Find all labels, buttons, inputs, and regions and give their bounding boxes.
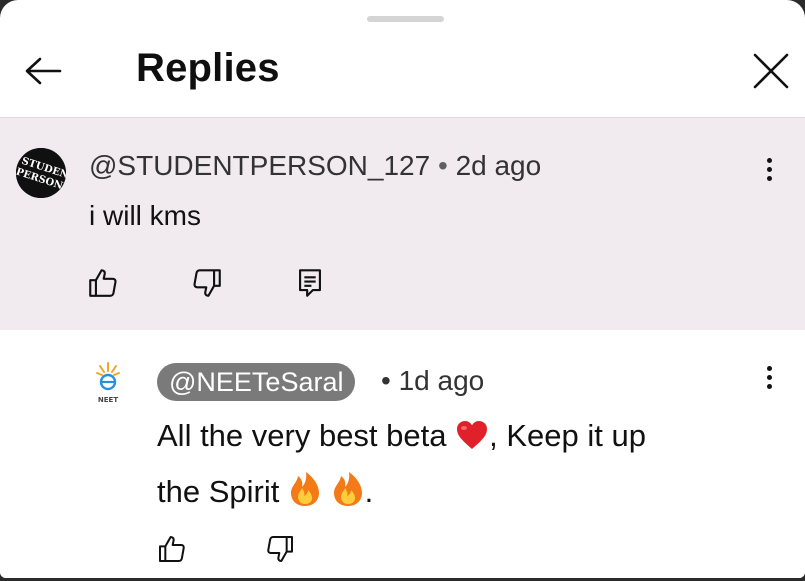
like-button[interactable] xyxy=(86,266,126,306)
author-handle[interactable]: @STUDENTPERSON_127 xyxy=(89,150,430,181)
close-icon xyxy=(753,53,789,89)
comment-text: i will kms xyxy=(89,200,201,231)
comment-text-part: . xyxy=(364,474,374,509)
thumb-up-icon xyxy=(159,536,185,562)
thumb-up-icon xyxy=(89,269,117,297)
like-button[interactable] xyxy=(156,533,196,573)
more-vert-icon[interactable] xyxy=(760,154,778,188)
reply-avatar[interactable]: NEET xyxy=(90,360,126,404)
comment-text: All the very best beta , Keep it up the … xyxy=(157,410,757,522)
comment-time: 1d ago xyxy=(398,365,485,396)
dislike-button[interactable] xyxy=(190,266,230,306)
replies-sheet: Replies STUDENT PERSON 1 @STUDENTPERSON_… xyxy=(0,0,805,578)
page-title: Replies xyxy=(136,46,280,90)
header: Replies xyxy=(0,36,805,106)
thumb-down-icon xyxy=(267,536,293,562)
comment-text-part: , Keep it up xyxy=(489,418,646,453)
avatar[interactable]: STUDENT PERSON 1 xyxy=(16,148,66,198)
drag-handle[interactable] xyxy=(367,16,444,22)
reply-comment: NEET @NEETeSaral • 1d ago All the very b… xyxy=(0,330,805,578)
comment-meta: • 1d ago xyxy=(381,365,484,397)
comment-highlighted: STUDENT PERSON 1 @STUDENTPERSON_127 • 2d… xyxy=(0,118,805,330)
reply-avatar-text: NEET xyxy=(98,396,118,404)
back-button[interactable] xyxy=(22,55,64,87)
fire-emoji xyxy=(331,471,365,522)
arrow-left-icon xyxy=(25,57,62,85)
fire-emoji xyxy=(288,471,322,522)
meta-separator: • xyxy=(437,150,448,181)
comment-meta: @STUDENTPERSON_127 • 2d ago xyxy=(89,150,541,182)
neet-logo: NEET xyxy=(96,362,120,404)
reply-button[interactable] xyxy=(293,266,333,306)
comment-text-part: the Spirit xyxy=(157,474,288,509)
comment-text-part: All the very best beta xyxy=(157,418,456,453)
avatar-logo: STUDENT PERSON 1 xyxy=(16,148,66,198)
comment-time: 2d ago xyxy=(455,150,542,181)
thumb-down-icon xyxy=(193,269,221,297)
more-vert-icon[interactable] xyxy=(760,362,778,396)
close-button[interactable] xyxy=(750,50,792,92)
meta-separator: • xyxy=(381,365,391,396)
reply-icon xyxy=(299,269,321,297)
red-heart-emoji xyxy=(455,415,489,466)
dislike-button[interactable] xyxy=(264,533,304,573)
author-handle-chip[interactable]: @NEETeSaral xyxy=(157,363,356,401)
